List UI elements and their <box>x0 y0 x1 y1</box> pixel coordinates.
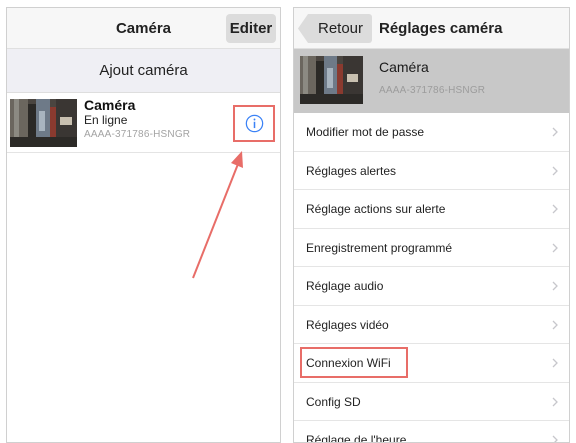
menu-item-enregistrement-programme[interactable]: Enregistrement programmé <box>294 228 569 267</box>
menu-item-connexion-wifi[interactable]: Connexion WiFi <box>294 344 569 383</box>
camera-name: Caméra <box>379 59 429 75</box>
chevron-right-icon <box>552 127 558 137</box>
menu-item-label: Réglages alertes <box>306 163 397 178</box>
edit-button[interactable]: Editer <box>226 14 276 43</box>
info-icon[interactable] <box>245 114 264 133</box>
menu-item-label: Modifier mot de passe <box>306 125 425 139</box>
chevron-right-icon <box>552 397 558 406</box>
camera-thumbnail <box>10 99 77 147</box>
camera-id: AAAA-371786-HSNGR <box>379 85 486 96</box>
camera-id: AAAA-371786-HSNGR <box>84 129 191 140</box>
page-title: Réglages caméra <box>379 20 503 37</box>
menu-item-label: Réglage de l'heure <box>306 433 407 443</box>
camera-status: En ligne <box>84 113 128 127</box>
menu-item-reglage-de-l-heure[interactable]: Réglage de l'heure <box>294 421 569 443</box>
camera-thumbnail <box>300 56 363 104</box>
chevron-right-icon <box>552 166 558 175</box>
menu-item-reglages-alertes[interactable]: Réglages alertes <box>294 151 569 190</box>
camera-list-screen: Caméra Editer Ajout caméra Caméra En lig… <box>6 7 281 443</box>
menu-item-label: Connexion WiFi <box>306 356 391 370</box>
back-button[interactable]: Retour <box>298 14 372 43</box>
chevron-right-icon <box>552 320 558 329</box>
settings-menu: Modifier mot de passe Réglages alertes R… <box>294 113 569 443</box>
chevron-right-icon <box>552 281 558 291</box>
menu-item-modifier-mot-de-passe[interactable]: Modifier mot de passe <box>294 113 569 152</box>
menu-item-label: Config SD <box>306 394 361 409</box>
menu-item-label: Enregistrement programmé <box>306 240 453 255</box>
chevron-right-icon <box>552 204 558 214</box>
camera-name: Caméra <box>84 97 136 113</box>
menu-item-label: Réglages vidéo <box>306 317 389 332</box>
nav-bar: Caméra Editer <box>7 8 280 49</box>
menu-item-label: Réglage actions sur alerte <box>306 202 446 216</box>
camera-profile-header: Caméra AAAA-371786-HSNGR <box>294 49 569 113</box>
chevron-right-icon <box>552 435 558 442</box>
back-label: Retour <box>318 20 364 37</box>
menu-item-label: Réglage audio <box>306 279 384 293</box>
info-highlight-box <box>233 105 275 142</box>
menu-item-reglage-audio[interactable]: Réglage audio <box>294 267 569 306</box>
menu-item-reglages-video[interactable]: Réglages vidéo <box>294 305 569 344</box>
add-camera-button[interactable]: Ajout caméra <box>7 49 280 93</box>
menu-item-reglage-actions-sur-alerte[interactable]: Réglage actions sur alerte <box>294 190 569 229</box>
chevron-right-icon <box>552 243 558 252</box>
chevron-right-icon <box>552 358 558 368</box>
camera-settings-screen: Retour Réglages caméra Caméra AAAA-37178… <box>293 7 570 443</box>
nav-bar: Retour Réglages caméra <box>294 8 569 49</box>
menu-item-config-sd[interactable]: Config SD <box>294 382 569 421</box>
